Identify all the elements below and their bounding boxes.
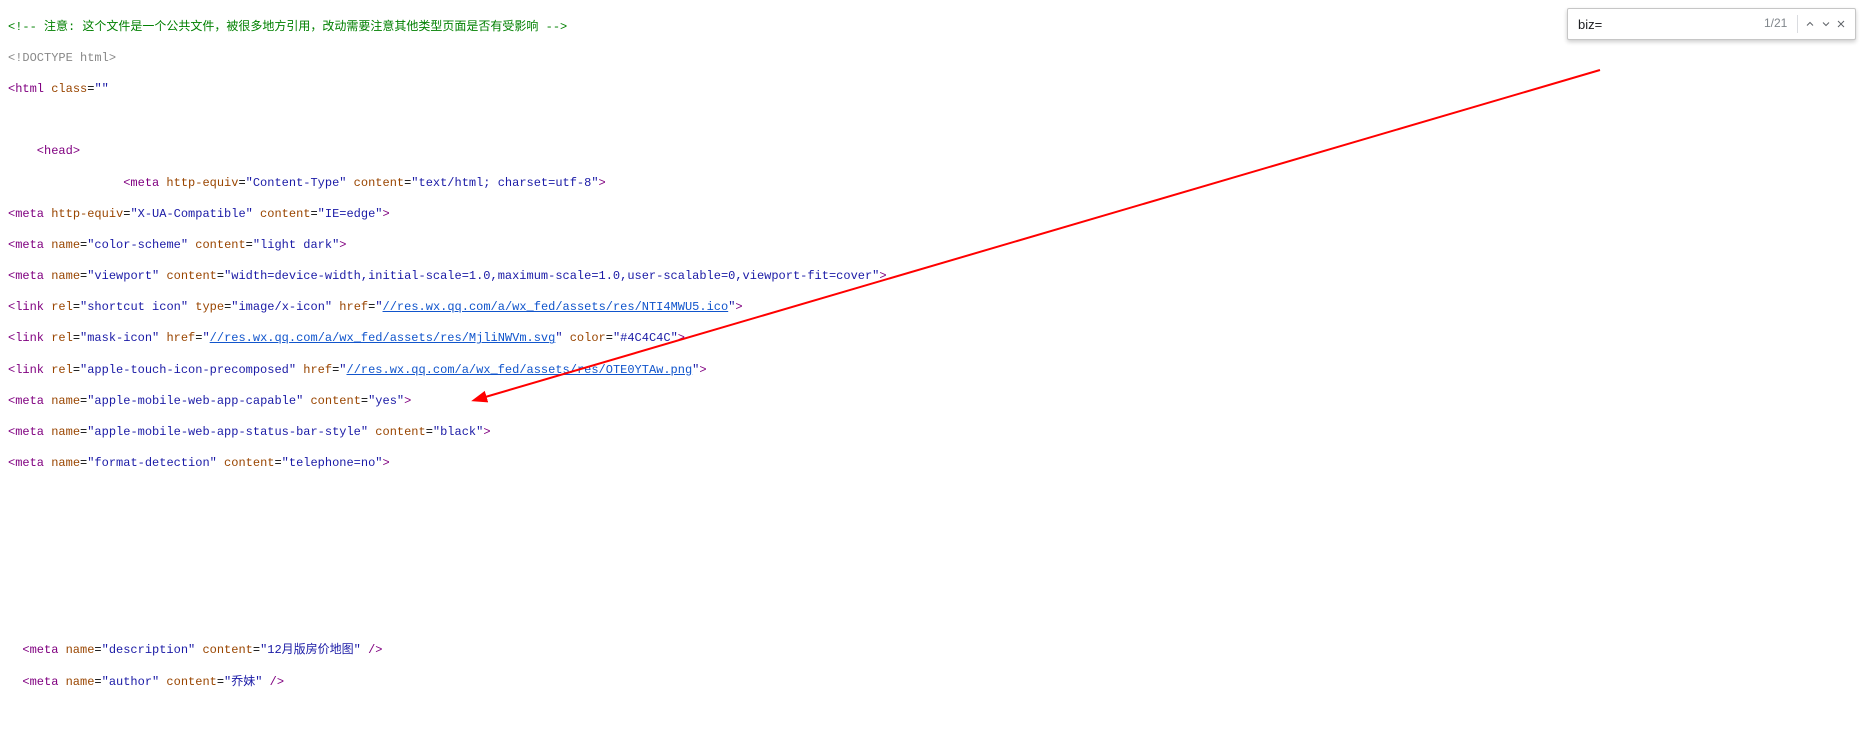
code-line: <!DOCTYPE html> bbox=[8, 51, 1860, 67]
find-close-button[interactable] bbox=[1833, 14, 1849, 34]
code-line: <meta name="apple-mobile-web-app-status-… bbox=[8, 425, 1860, 441]
chevron-down-icon bbox=[1820, 18, 1832, 30]
code-line: <meta name="author" content="乔妹" /> bbox=[8, 675, 1860, 691]
code-line: <meta http-equiv="X-UA-Compatible" conte… bbox=[8, 207, 1860, 223]
code-line: <meta name="format-detection" content="t… bbox=[8, 456, 1860, 472]
code-line bbox=[8, 519, 1860, 535]
code-line bbox=[8, 550, 1860, 566]
code-line: <link rel="apple-touch-icon-precomposed"… bbox=[8, 363, 1860, 379]
code-line bbox=[8, 113, 1860, 129]
href-link[interactable]: //res.wx.qq.com/a/wx_fed/assets/res/OTE0… bbox=[347, 363, 693, 377]
code-line: <link rel="mask-icon" href="//res.wx.qq.… bbox=[8, 331, 1860, 347]
find-prev-button[interactable] bbox=[1802, 14, 1818, 34]
code-line: <link rel="shortcut icon" type="image/x-… bbox=[8, 300, 1860, 316]
find-in-page-bar: 1/21 bbox=[1567, 8, 1856, 40]
code-line bbox=[8, 581, 1860, 597]
find-next-button[interactable] bbox=[1818, 14, 1834, 34]
separator bbox=[1797, 15, 1798, 33]
close-icon bbox=[1835, 18, 1847, 30]
code-line bbox=[8, 487, 1860, 503]
source-code-view[interactable]: <!-- 注意: 这个文件是一个公共文件，被很多地方引用，改动需要注意其他类型页… bbox=[0, 0, 1868, 755]
code-line: <meta http-equiv="Content-Type" content=… bbox=[8, 176, 1860, 192]
code-line: <meta name="viewport" content="width=dev… bbox=[8, 269, 1860, 285]
code-line: <head> bbox=[8, 144, 1860, 160]
code-line bbox=[8, 706, 1860, 722]
find-input[interactable] bbox=[1574, 15, 1758, 34]
code-line: <meta name="apple-mobile-web-app-capable… bbox=[8, 394, 1860, 410]
href-link[interactable]: //res.wx.qq.com/a/wx_fed/assets/res/NTI4… bbox=[383, 300, 729, 314]
code-line bbox=[8, 612, 1860, 628]
chevron-up-icon bbox=[1804, 18, 1816, 30]
find-match-count: 1/21 bbox=[1764, 16, 1787, 32]
href-link[interactable]: //res.wx.qq.com/a/wx_fed/assets/res/Mjli… bbox=[210, 331, 556, 345]
code-line bbox=[8, 737, 1860, 753]
code-line: <meta name="color-scheme" content="light… bbox=[8, 238, 1860, 254]
code-line: <meta name="description" content="12月版房价… bbox=[8, 643, 1860, 659]
code-line: <html class="" bbox=[8, 82, 1860, 98]
